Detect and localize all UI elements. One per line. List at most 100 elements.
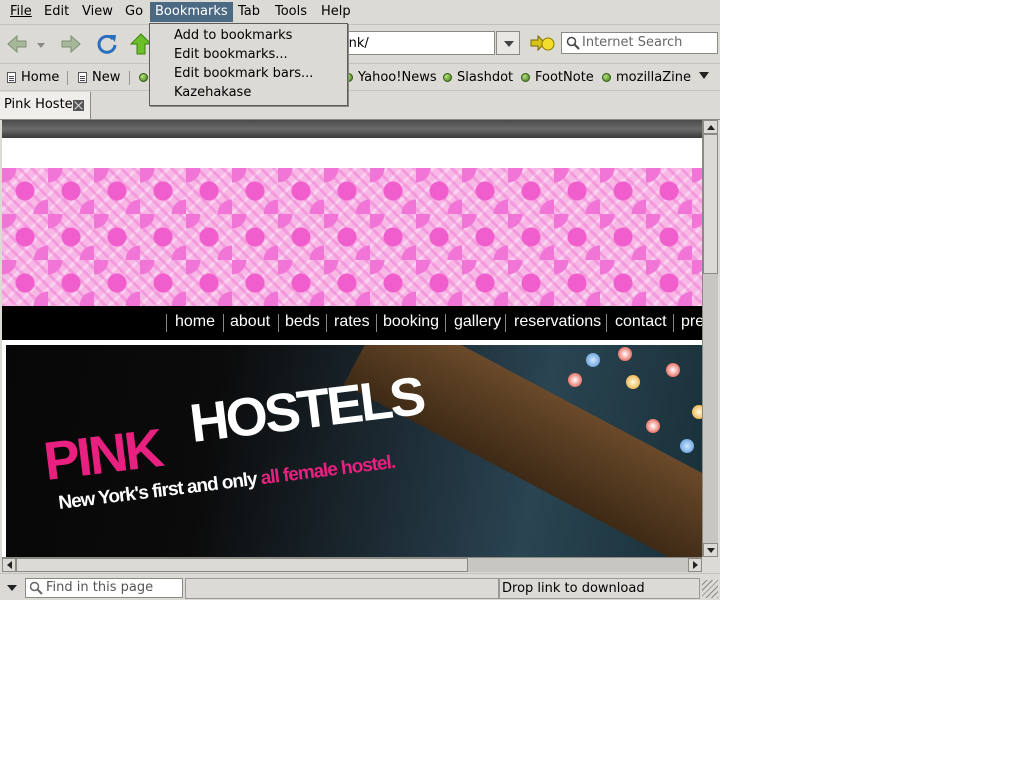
bookmark-label: New (92, 70, 121, 85)
close-tab-icon[interactable] (73, 100, 84, 111)
bulb-light (646, 419, 660, 433)
status-bar: Find in this page Drop link to download (0, 573, 720, 600)
bookmark-home[interactable]: Home (7, 69, 59, 87)
horizontal-scrollbar[interactable] (2, 557, 702, 572)
tab-strip: Pink Hostels (0, 91, 720, 120)
go-icon[interactable] (528, 32, 556, 54)
green-dot-icon (602, 73, 611, 82)
nav-separator (505, 314, 506, 332)
nav-reservations-link[interactable]: reservations (514, 313, 601, 331)
bookmark-footnote[interactable]: FootNote (521, 69, 594, 87)
menu-item-add-to-bookmarks[interactable]: Add to bookmarks (174, 26, 292, 45)
nav-gallery-link[interactable]: gallery (454, 313, 501, 331)
menu-go[interactable]: Go (120, 2, 148, 22)
vertical-scroll-thumb[interactable] (703, 134, 718, 274)
bulb-light (626, 375, 640, 389)
horizontal-scroll-thumb[interactable] (16, 558, 468, 572)
nav-press-link[interactable]: pre (681, 313, 702, 331)
scroll-right-icon[interactable] (688, 558, 702, 572)
nav-contact-link[interactable]: contact (615, 313, 667, 331)
status-pane-empty (185, 578, 499, 599)
bookmark-mozillazine[interactable]: mozillaZine (602, 69, 691, 87)
menu-edit[interactable]: Edit (39, 2, 74, 22)
find-in-page-field[interactable]: Find in this page (25, 578, 183, 598)
reload-icon[interactable] (94, 31, 120, 57)
brand-hostels-text: HOSTELS (186, 365, 427, 455)
menu-tools-label: Tools (275, 4, 308, 19)
nav-home-link[interactable]: home (175, 313, 215, 331)
nav-separator (606, 314, 607, 332)
history-dropdown-icon[interactable] (32, 31, 50, 57)
bookmark-label: FootNote (535, 70, 594, 85)
tagline-pink-text: all female hostel. (259, 451, 397, 490)
find-toggle-chevron-down-icon[interactable] (2, 577, 22, 597)
bulb-light (586, 353, 600, 367)
browser-window: File Edit View Go Bookmarks Tab Tools He… (0, 0, 720, 600)
nav-separator (278, 314, 279, 332)
scroll-up-icon[interactable] (703, 120, 718, 134)
internet-search-field[interactable]: Internet Search (561, 32, 718, 54)
bookmark-yahoo-news[interactable]: Yahoo!News (344, 69, 437, 87)
menu-tab[interactable]: Tab (233, 2, 265, 22)
site-top-strip (2, 120, 702, 138)
site-navigation: home about beds rates booking gallery re… (2, 306, 702, 340)
bookmark-label: mozillaZine (616, 70, 691, 85)
bookmark-separator (129, 71, 130, 85)
menu-file-label: File (10, 4, 32, 19)
bookmark-label: Yahoo!News (358, 70, 437, 85)
menu-help[interactable]: Help (316, 2, 356, 22)
menu-file[interactable]: File (5, 2, 37, 22)
nav-separator (166, 314, 167, 332)
hero-banner: PINK HOSTELS New York's first and only a… (6, 345, 702, 557)
bookmark-new[interactable]: New (78, 69, 120, 87)
nav-separator (673, 314, 674, 332)
menu-bookmarks-label: Bookmarks (155, 4, 228, 19)
bulb-light (568, 373, 582, 387)
menu-item-edit-bookmarks[interactable]: Edit bookmarks... (174, 45, 288, 64)
green-dot-icon (139, 73, 148, 82)
bulb-light (666, 363, 680, 377)
menu-item-edit-bookmark-bars[interactable]: Edit bookmark bars... (174, 64, 313, 83)
nav-about-link[interactable]: about (230, 313, 270, 331)
nav-booking-link[interactable]: booking (383, 313, 439, 331)
menu-help-label: Help (321, 4, 351, 19)
page-icon (78, 72, 87, 83)
nav-rates-link[interactable]: rates (334, 313, 370, 331)
forward-arrow-icon[interactable] (58, 31, 84, 57)
status-text: Drop link to download (502, 581, 645, 596)
nav-separator (223, 314, 224, 332)
search-placeholder: Internet Search (582, 35, 683, 50)
magnifier-icon (29, 581, 43, 599)
bulb-light (680, 439, 694, 453)
find-placeholder: Find in this page (46, 580, 154, 595)
damask-banner (2, 168, 702, 306)
scroll-left-icon[interactable] (2, 558, 16, 572)
menu-bookmarks[interactable]: Bookmarks (150, 2, 233, 22)
menu-go-label: Go (125, 4, 144, 19)
bulb-light (692, 405, 702, 419)
menu-view[interactable]: View (77, 2, 118, 22)
bookmark-slashdot[interactable]: Slashdot (443, 69, 513, 87)
menu-view-label: View (82, 4, 113, 19)
web-content: home about beds rates booking gallery re… (2, 120, 702, 557)
menu-item-kazehakase[interactable]: Kazehakase (174, 83, 251, 102)
resize-grip-icon[interactable] (702, 580, 718, 598)
bookmark-separator (67, 71, 68, 85)
green-dot-icon (443, 73, 452, 82)
url-field[interactable]: ink/ (340, 31, 495, 55)
tab-label: Pink Hostels (4, 97, 72, 112)
scroll-down-icon[interactable] (703, 543, 718, 557)
nav-beds-link[interactable]: beds (285, 313, 320, 331)
bookmarks-overflow-chevron-icon[interactable] (699, 72, 709, 79)
menu-tools[interactable]: Tools (270, 2, 312, 22)
url-history-dropdown-button[interactable] (496, 31, 520, 55)
nav-separator (376, 314, 377, 332)
tab-pink-hostels[interactable]: Pink Hostels (0, 92, 91, 119)
back-arrow-icon[interactable] (4, 31, 30, 57)
url-text: ink/ (345, 36, 369, 51)
bookmarks-bar: Home New Yahoo!News Slashdot FootNote mo… (0, 64, 720, 91)
page-icon (7, 72, 16, 83)
bookmark-label: Home (21, 70, 60, 85)
nav-separator (445, 314, 446, 332)
vertical-scrollbar[interactable] (702, 120, 718, 557)
